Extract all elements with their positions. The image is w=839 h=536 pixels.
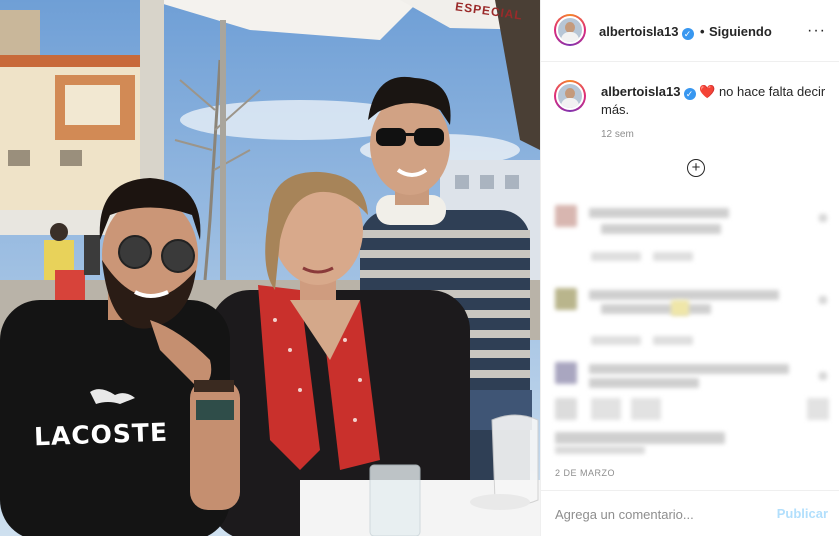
author-avatar[interactable] <box>554 14 586 46</box>
post-header: albertoisla13 ✓ • Siguiendo ··· <box>541 0 839 62</box>
verified-badge-icon: ✓ <box>683 88 696 100</box>
caption-time-ago[interactable]: 12 sem <box>601 129 634 140</box>
comment-bar: Publicar <box>541 490 839 536</box>
sweater-brand-text: LACOSTE <box>33 417 169 452</box>
follow-status-button[interactable]: Siguiendo <box>709 24 772 39</box>
plus-circle-icon[interactable]: + <box>687 159 705 177</box>
header-username[interactable]: albertoisla13 <box>599 24 679 39</box>
publish-button[interactable]: Publicar <box>777 506 828 521</box>
post-caption: albertoisla13 ✓ ❤️ no hace falta decir má… <box>601 83 829 119</box>
post-photo[interactable]: LACOSTE ESPECIAL <box>0 0 540 536</box>
comment-input[interactable] <box>555 503 765 525</box>
more-options-icon[interactable]: ··· <box>807 22 826 40</box>
header-user-line: albertoisla13 ✓ • Siguiendo <box>599 23 772 41</box>
caption-username[interactable]: albertoisla13 <box>601 84 681 99</box>
caption-avatar[interactable] <box>554 80 586 112</box>
post-date[interactable]: 2 DE MARZO <box>555 468 615 478</box>
heart-emoji: ❤️ <box>699 84 716 99</box>
photo-illustration <box>0 0 540 536</box>
post-side-panel: albertoisla13 ✓ • Siguiendo ··· albertois… <box>540 0 839 536</box>
verified-badge-icon: ✓ <box>681 28 694 40</box>
follow-separator: • <box>699 24 705 39</box>
